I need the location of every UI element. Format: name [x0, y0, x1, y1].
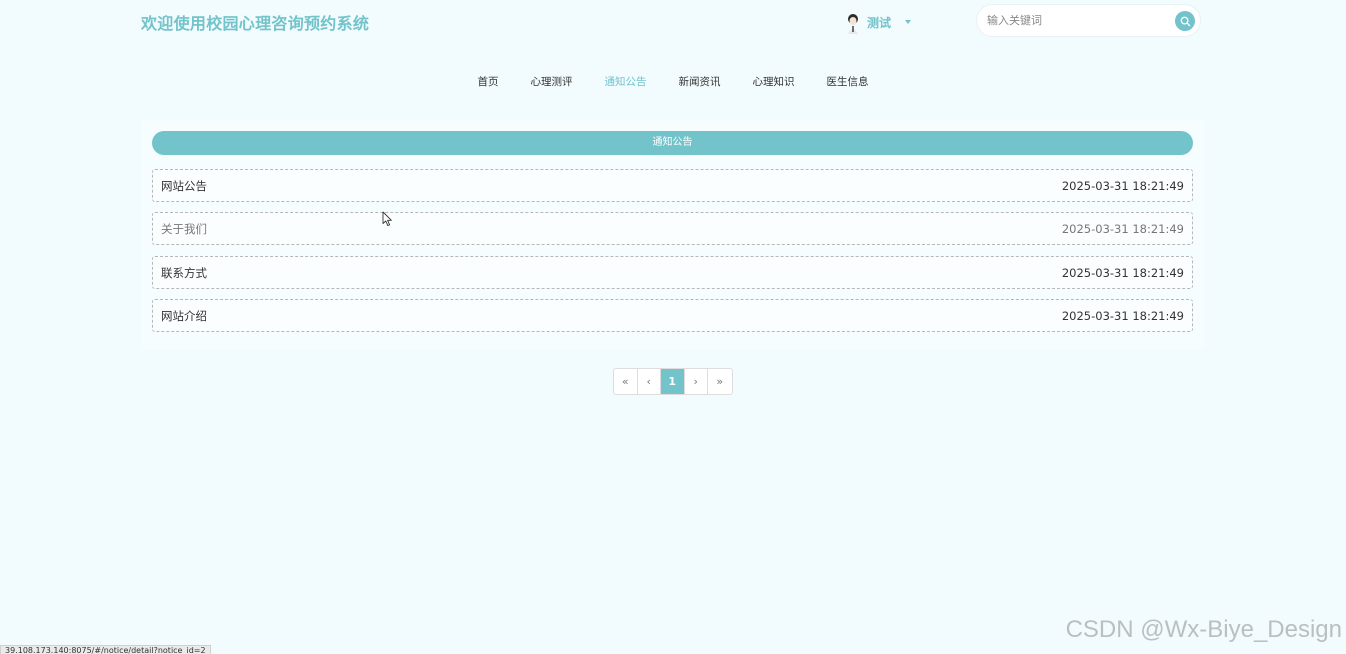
user-name: 测试 [867, 15, 892, 30]
list-item[interactable]: 联系方式 2025-03-31 18:21:49 [152, 256, 1193, 289]
list-item[interactable]: 关于我们 2025-03-31 18:21:49 [152, 212, 1193, 245]
list-item[interactable]: 网站介绍 2025-03-31 18:21:49 [152, 299, 1193, 332]
nav-assessment[interactable]: 心理测评 [515, 74, 589, 89]
nav-news[interactable]: 新闻资讯 [663, 74, 737, 89]
next-page-button[interactable]: › [685, 369, 708, 394]
item-title: 关于我们 [161, 221, 207, 236]
pagination: « ‹ 1 › » [613, 368, 733, 395]
search-button[interactable] [1175, 11, 1195, 31]
nav-notices[interactable]: 通知公告 [589, 74, 663, 89]
search-box [976, 4, 1201, 37]
item-date: 2025-03-31 18:21:49 [1061, 308, 1184, 323]
site-title: 欢迎使用校园心理咨询预约系统 [141, 14, 370, 33]
main-nav: 首页 心理测评 通知公告 新闻资讯 心理知识 医生信息 [0, 74, 1346, 89]
avatar [845, 12, 861, 34]
nav-knowledge[interactable]: 心理知识 [737, 74, 811, 89]
search-input[interactable] [977, 5, 1157, 36]
item-date: 2025-03-31 18:21:49 [1061, 221, 1184, 236]
search-icon [1180, 16, 1190, 26]
panel-header: 通知公告 [152, 131, 1193, 155]
last-page-button[interactable]: » [708, 369, 732, 394]
mouse-cursor-icon [382, 211, 392, 227]
notice-panel: 通知公告 网站公告 2025-03-31 18:21:49 关于我们 2025-… [141, 120, 1204, 350]
user-menu[interactable]: 测试 [845, 11, 912, 34]
item-title: 网站介绍 [161, 308, 207, 323]
caret-down-icon [905, 20, 912, 24]
nav-doctors[interactable]: 医生信息 [811, 74, 885, 89]
first-page-button[interactable]: « [614, 369, 638, 394]
item-date: 2025-03-31 18:21:49 [1061, 178, 1184, 193]
prev-page-button[interactable]: ‹ [638, 369, 661, 394]
list-item[interactable]: 网站公告 2025-03-31 18:21:49 [152, 169, 1193, 202]
item-date: 2025-03-31 18:21:49 [1061, 265, 1184, 280]
nav-home[interactable]: 首页 [462, 74, 515, 89]
watermark: CSDN @Wx-Biye_Design [1065, 616, 1342, 643]
item-title: 网站公告 [161, 178, 207, 193]
item-title: 联系方式 [161, 265, 207, 280]
status-bar-url: 39.108.173.140:8075/#/notice/detail?noti… [0, 645, 211, 654]
current-page-button[interactable]: 1 [661, 369, 685, 394]
